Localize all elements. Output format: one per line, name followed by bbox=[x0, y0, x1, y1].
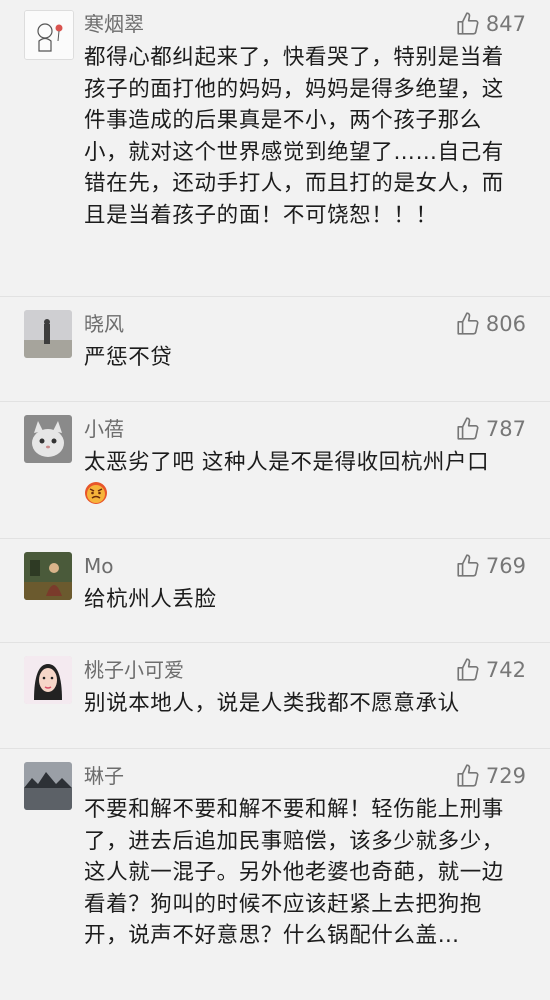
comment-text: 不要和解不要和解不要和解！轻伤能上刑事了，进去后追加民事赔偿，该多少就多少，这人… bbox=[84, 797, 504, 948]
cartoon-girl-avatar-icon bbox=[24, 656, 72, 704]
like-button[interactable]: 806 bbox=[455, 310, 526, 338]
thumbs-up-icon bbox=[457, 658, 479, 681]
thumbs-up-icon bbox=[457, 12, 479, 35]
avatar[interactable] bbox=[24, 656, 72, 704]
username[interactable]: 寒烟翠 bbox=[84, 12, 144, 36]
like-button[interactable]: 787 bbox=[455, 415, 526, 443]
comment-text: 给杭州人丢脸 bbox=[84, 587, 217, 612]
lake-avatar-icon bbox=[24, 762, 72, 810]
like-button[interactable]: 769 bbox=[455, 552, 526, 580]
avatar[interactable] bbox=[24, 552, 72, 600]
avatar[interactable] bbox=[24, 762, 72, 810]
like-button[interactable]: 742 bbox=[455, 656, 526, 684]
landscape-avatar-icon bbox=[24, 310, 72, 358]
thumbs-up-icon bbox=[457, 417, 479, 440]
username[interactable]: 琳子 bbox=[84, 764, 124, 788]
thumbs-up-icon bbox=[457, 312, 479, 335]
angry-face-emoji-icon bbox=[85, 481, 107, 504]
thumbs-up-icon bbox=[457, 554, 479, 577]
avatar[interactable] bbox=[24, 10, 74, 60]
like-count: 742 bbox=[485, 658, 526, 682]
comment-text-content: 太恶劣了吧 这种人是不是得收回杭州户口 bbox=[84, 450, 490, 475]
avatar[interactable] bbox=[24, 310, 72, 358]
username[interactable]: Mo bbox=[84, 554, 114, 578]
comment-text: 太恶劣了吧 这种人是不是得收回杭州户口 bbox=[84, 447, 524, 510]
like-count: 729 bbox=[485, 764, 526, 788]
avatar[interactable] bbox=[24, 415, 72, 463]
thumbs-up-icon bbox=[457, 764, 479, 787]
sketch-avatar-icon bbox=[25, 11, 73, 59]
like-button[interactable]: 729 bbox=[455, 762, 526, 790]
painting-avatar-icon bbox=[24, 552, 72, 600]
username[interactable]: 小蓓 bbox=[84, 417, 124, 441]
like-count: 806 bbox=[485, 312, 526, 336]
like-count: 769 bbox=[485, 554, 526, 578]
comment-text: 别说本地人，说是人类我都不愿意承认 bbox=[84, 691, 460, 716]
like-count: 847 bbox=[485, 12, 526, 36]
like-button[interactable]: 847 bbox=[455, 10, 526, 38]
cat-avatar-icon bbox=[24, 415, 72, 463]
comment-text: 都得心都纠起来了，快看哭了，特别是当着孩子的面打他的妈妈，妈妈是得多绝望，这件事… bbox=[84, 45, 504, 228]
username[interactable]: 桃子小可爱 bbox=[84, 658, 184, 682]
comment-text: 严惩不贷 bbox=[84, 345, 173, 370]
username[interactable]: 晓风 bbox=[84, 312, 124, 336]
like-count: 787 bbox=[485, 417, 526, 441]
